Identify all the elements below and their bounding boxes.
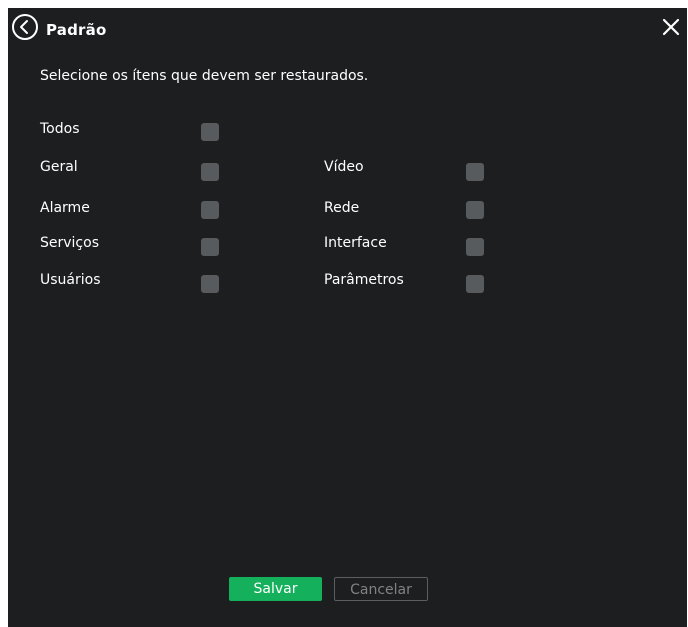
checkbox-alarme[interactable] — [201, 201, 219, 219]
checkbox-usuarios[interactable] — [201, 275, 219, 293]
checkbox-video[interactable] — [466, 163, 484, 181]
checkbox-interface[interactable] — [466, 238, 484, 256]
back-button[interactable] — [12, 14, 38, 40]
checkbox-geral[interactable] — [201, 163, 219, 181]
option-label-parametros: Parâmetros — [324, 272, 404, 288]
save-button[interactable]: Salvar — [229, 577, 322, 601]
checkbox-servicos[interactable] — [201, 238, 219, 256]
chevron-left-icon — [20, 20, 28, 34]
dialog-title: Padrão — [46, 21, 107, 39]
option-label-servicos: Serviços — [40, 235, 99, 251]
checkbox-parametros[interactable] — [466, 275, 484, 293]
option-label-todos: Todos — [40, 121, 80, 137]
option-label-geral: Geral — [40, 159, 78, 175]
cancel-button[interactable]: Cancelar — [334, 577, 428, 601]
option-label-usuarios: Usuários — [40, 272, 101, 288]
checkbox-todos[interactable] — [201, 123, 219, 141]
close-icon — [662, 18, 680, 36]
checkbox-rede[interactable] — [466, 201, 484, 219]
option-label-rede: Rede — [324, 200, 360, 216]
option-label-alarme: Alarme — [40, 200, 90, 216]
instruction-text: Selecione os ítens que devem ser restaur… — [40, 68, 369, 84]
option-label-video: Vídeo — [324, 159, 364, 175]
close-button[interactable] — [661, 17, 681, 37]
restore-defaults-dialog: Padrão Selecione os ítens que devem ser … — [8, 8, 687, 627]
option-label-interface: Interface — [324, 235, 387, 251]
